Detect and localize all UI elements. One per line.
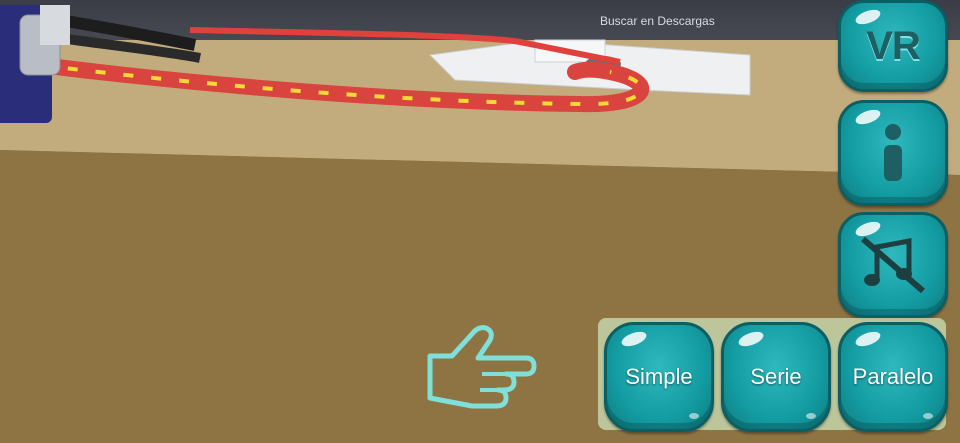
series-mode-button[interactable]: Serie (721, 322, 831, 432)
parallel-mode-button[interactable]: Paralelo (838, 322, 948, 432)
simple-button-shine-small (689, 413, 699, 419)
parallel-mode-label: Paralelo (852, 364, 934, 389)
serie-button-shine-small (806, 413, 816, 419)
vr-label: VR (866, 23, 921, 68)
simple-mode-label: Simple (625, 364, 693, 389)
music-mute-button[interactable] (838, 212, 948, 318)
info-icon (884, 124, 902, 181)
series-mode-label: Serie (750, 364, 802, 389)
info-button[interactable] (838, 100, 948, 206)
simple-mode-button[interactable]: Simple (604, 322, 714, 432)
music-muted-icon (861, 236, 925, 294)
paralelo-button-shine (853, 328, 883, 350)
serie-button-shine (736, 328, 766, 350)
battery-cap (40, 5, 70, 45)
simple-button-shine (619, 328, 649, 350)
pointing-hand-icon (427, 325, 537, 409)
vr-button[interactable]: VR (838, 0, 948, 92)
paralelo-button-shine-small (923, 413, 933, 419)
ar-scene: Buscar en Descargas C VR (0, 0, 960, 443)
